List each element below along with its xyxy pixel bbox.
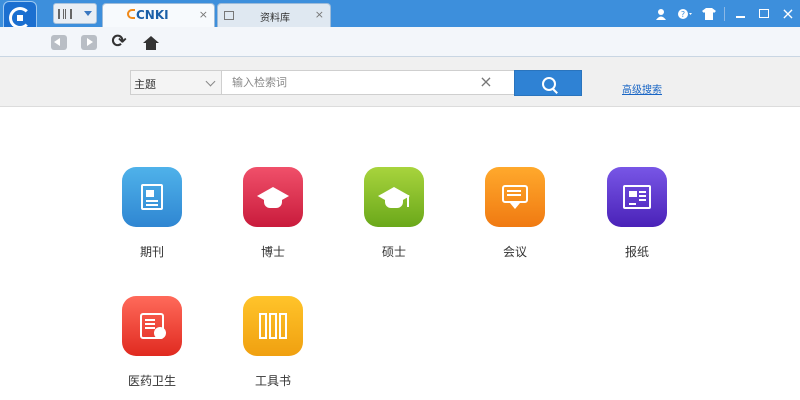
chevron-down-icon	[84, 11, 92, 16]
reference-book-icon	[243, 296, 303, 356]
medicine-icon	[122, 296, 182, 356]
refresh-button[interactable]: ⟳	[108, 32, 130, 52]
tab-cnki-label: CNKI	[136, 8, 169, 22]
refresh-icon: ⟳	[111, 31, 127, 52]
journal-icon	[122, 167, 182, 227]
search-button[interactable]	[514, 70, 582, 96]
svg-text:?: ?	[681, 10, 685, 19]
tab-cnki[interactable]: CNKI ×	[102, 3, 215, 27]
minimize-button[interactable]	[728, 3, 752, 25]
tab-close-button[interactable]: ×	[315, 8, 324, 21]
navigation-bar: ⟳	[0, 27, 800, 57]
master-cap-icon	[364, 167, 424, 227]
tab-library-label: 资料库	[260, 13, 290, 24]
cnki-logo-icon	[127, 9, 135, 19]
search-field-select[interactable]: 主题	[130, 70, 222, 95]
category-label: 博士	[260, 245, 285, 259]
user-icon[interactable]	[649, 3, 673, 25]
back-button[interactable]	[48, 32, 70, 52]
maximize-button[interactable]	[752, 3, 776, 25]
category-doctoral[interactable]: 博士	[233, 167, 313, 267]
search-input[interactable]	[222, 70, 515, 95]
conference-icon	[485, 167, 545, 227]
tab-close-button[interactable]: ×	[199, 8, 208, 21]
clear-search-button[interactable]: ×	[478, 73, 494, 91]
home-icon	[143, 35, 159, 50]
home-button[interactable]	[140, 32, 162, 52]
back-arrow-icon	[51, 34, 67, 50]
category-label: 硕士	[381, 245, 406, 259]
library-icon	[58, 8, 72, 19]
search-icon	[542, 77, 556, 91]
advanced-search-link[interactable]: 高级搜索	[622, 81, 662, 96]
separator	[724, 6, 725, 21]
forward-button[interactable]	[78, 32, 100, 52]
tab-library[interactable]: 资料库 ×	[217, 3, 331, 27]
category-label: 医药卫生	[127, 374, 176, 388]
library-tab-icon	[224, 11, 234, 20]
category-label: 报纸	[624, 245, 649, 259]
category-reference-books[interactable]: 工具书	[233, 296, 313, 396]
doctor-cap-icon	[243, 167, 303, 227]
category-medicine[interactable]: 医药卫生	[112, 296, 192, 396]
title-bar: CNKI × 资料库 × ? ×	[0, 0, 800, 35]
skin-icon[interactable]	[697, 3, 721, 25]
close-window-button[interactable]: ×	[776, 3, 800, 25]
category-label: 期刊	[139, 245, 164, 259]
category-conference[interactable]: 会议	[475, 167, 555, 267]
category-label: 工具书	[254, 374, 291, 388]
chevron-down-icon	[205, 76, 216, 87]
category-masters[interactable]: 硕士	[354, 167, 434, 267]
search-field-label: 主题	[134, 78, 156, 91]
category-newspaper[interactable]: 报纸	[597, 167, 677, 267]
library-menu-button[interactable]	[53, 3, 97, 24]
category-journal[interactable]: 期刊	[112, 167, 192, 267]
newspaper-icon	[607, 167, 667, 227]
forward-arrow-icon	[81, 34, 97, 50]
help-icon[interactable]: ?	[673, 3, 697, 25]
category-label: 会议	[502, 245, 527, 259]
search-bar-area: 主题 × 高级搜索	[0, 57, 800, 107]
window-controls: ? ×	[649, 0, 800, 27]
